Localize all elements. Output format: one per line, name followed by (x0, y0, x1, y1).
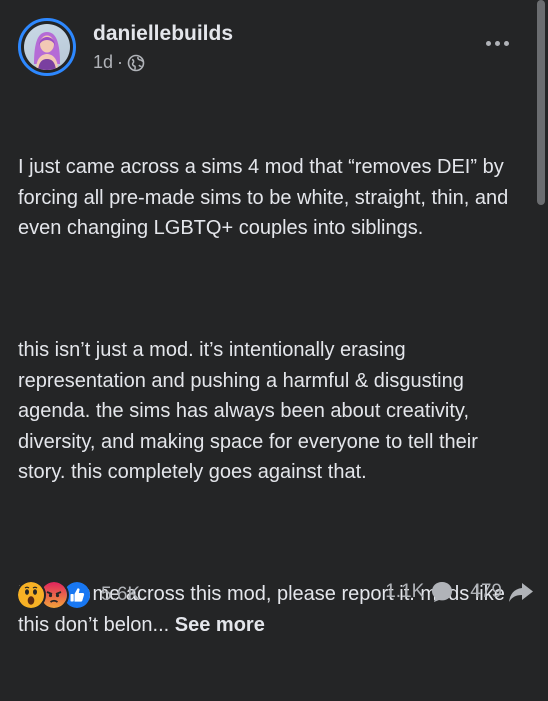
reaction-count: 5.6K (101, 584, 141, 605)
meta-separator: · (117, 52, 124, 72)
post-card: daniellebuilds 1d · I just came across a… (0, 0, 534, 636)
scrollbar[interactable] (534, 0, 548, 623)
post-paragraph: I just came across a sims 4 mod that “re… (18, 156, 514, 239)
globe-icon (127, 54, 145, 71)
engagement-stats: 1.1K 479 (385, 580, 534, 604)
more-options-icon (485, 40, 491, 46)
reactions-summary[interactable]: 5.6K (16, 580, 140, 610)
profile-photo (24, 24, 70, 70)
comment-count-button[interactable]: 1.1K (385, 580, 454, 604)
post-timestamp[interactable]: 1d (93, 52, 113, 73)
avatar[interactable] (18, 18, 76, 76)
share-icon (509, 583, 533, 602)
share-count-button[interactable]: 479 (470, 580, 534, 604)
post-footer: 5.6K 1.1K 479 (16, 578, 534, 610)
comment-count: 1.1K (385, 581, 425, 602)
more-options-icon-dot (494, 40, 500, 46)
profile-photo-illustration (34, 32, 60, 70)
post-paragraph: this isn’t just a mod. it’s intentionall… (18, 339, 484, 483)
wow-reaction-icon (16, 580, 46, 610)
post-header: daniellebuilds 1d · (18, 18, 514, 80)
comment-icon (432, 582, 453, 602)
share-count: 479 (470, 581, 502, 602)
scrollbar-thumb[interactable] (537, 0, 545, 205)
post-meta: 1d · (93, 52, 145, 73)
more-options-icon-dot (503, 40, 509, 46)
author-name[interactable]: daniellebuilds (93, 22, 233, 46)
more-options-button[interactable] (480, 32, 514, 54)
see-more-link[interactable]: See more (175, 614, 265, 636)
